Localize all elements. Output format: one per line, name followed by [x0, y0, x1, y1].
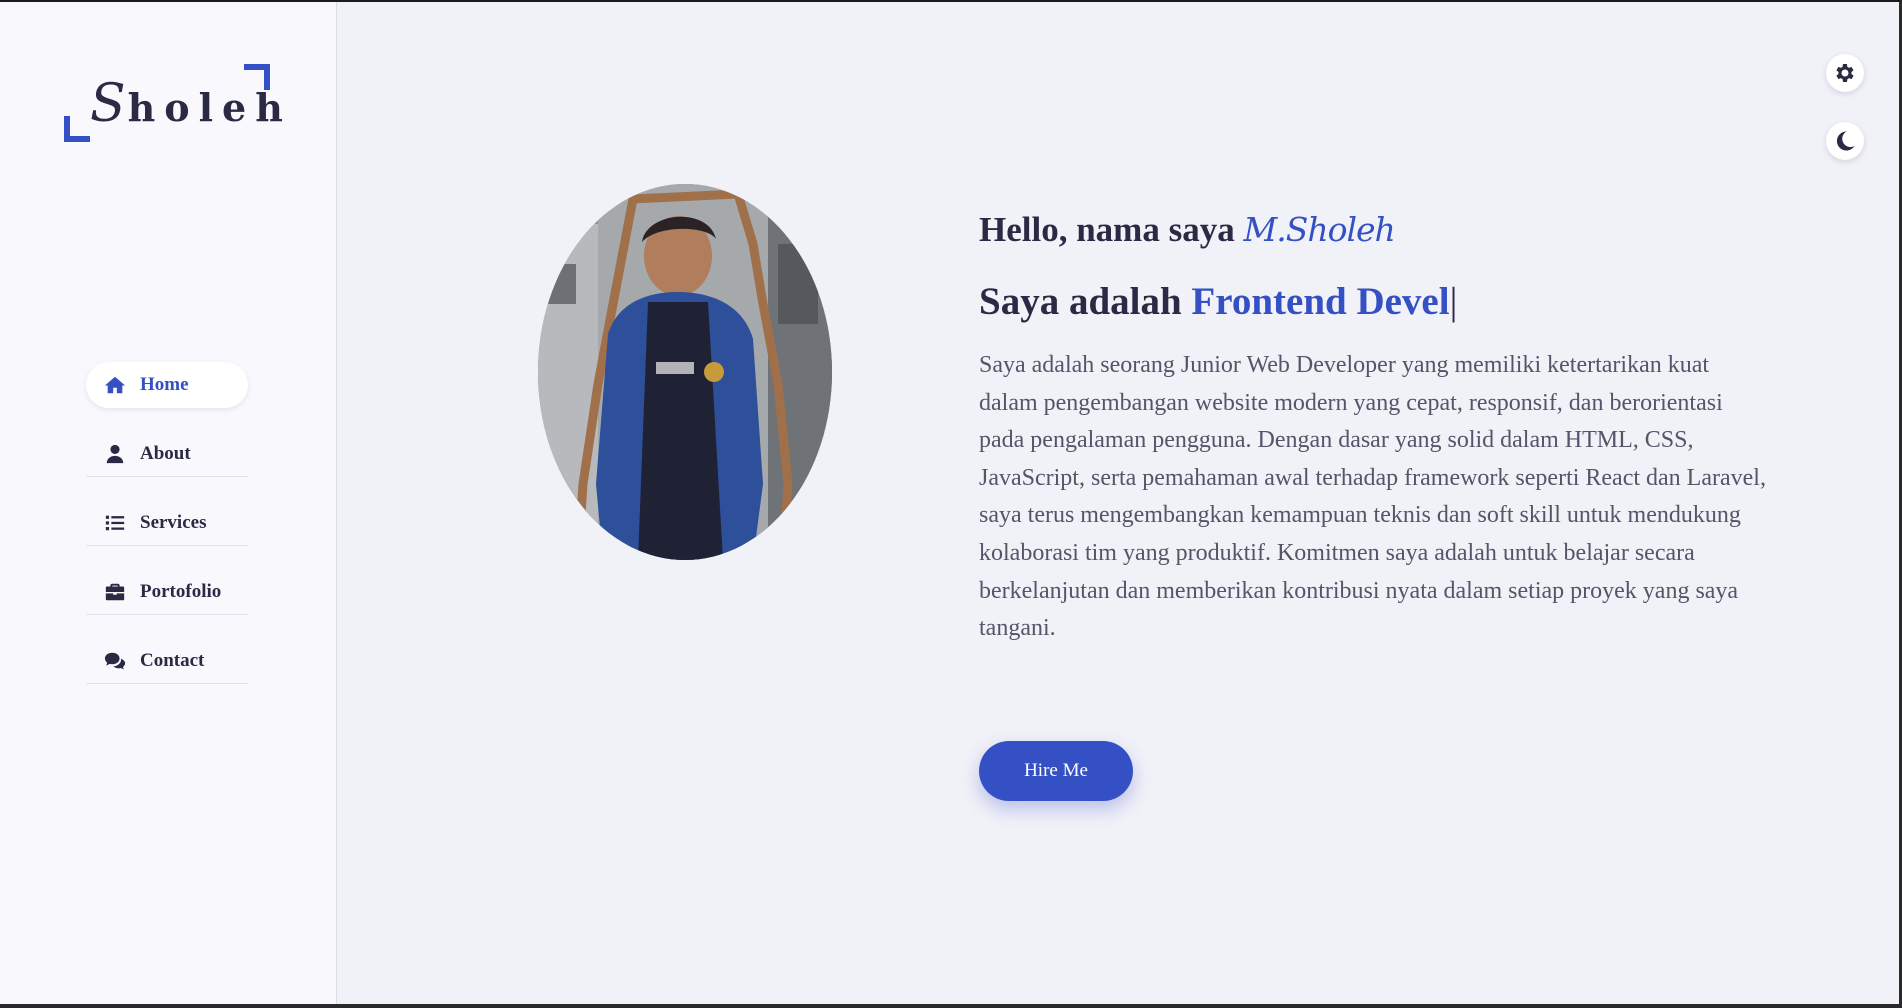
- logo-corner-bottom-left: [64, 116, 90, 142]
- home-icon: [104, 374, 126, 396]
- logo-text: Sholeh: [90, 74, 292, 134]
- nav-label-portofolio: Portofolio: [140, 580, 222, 602]
- logo[interactable]: Sholeh: [64, 64, 283, 144]
- gear-icon: [1833, 61, 1857, 85]
- role-prefix: Saya adalah: [979, 280, 1192, 323]
- hire-me-button[interactable]: Hire Me: [979, 741, 1133, 801]
- role-heading: Saya adalah Frontend Devel|: [979, 277, 1769, 327]
- theme-toggle-button[interactable]: [1826, 122, 1864, 160]
- user-icon: [104, 443, 126, 465]
- sidebar-nav: Home About Services Portofolio Contact: [86, 362, 248, 707]
- sidebar: Sholeh Home About Services Portofolio Co…: [0, 2, 337, 1004]
- nav-item-services[interactable]: Services: [86, 500, 248, 546]
- list-icon: [104, 512, 126, 534]
- logo-rest: holeh: [127, 85, 292, 130]
- nav-item-portofolio[interactable]: Portofolio: [86, 569, 248, 615]
- briefcase-icon: [104, 581, 126, 603]
- nav-item-about[interactable]: About: [86, 431, 248, 477]
- nav-label-contact: Contact: [140, 649, 205, 671]
- logo-first-letter: S: [90, 74, 128, 134]
- typing-cursor: |: [1449, 280, 1458, 323]
- nav-label-about: About: [140, 442, 191, 464]
- greeting-heading: Hello, nama saya M.Sholeh: [979, 205, 1769, 255]
- comments-icon: [104, 650, 126, 672]
- settings-button[interactable]: [1826, 54, 1864, 92]
- nav-item-home[interactable]: Home: [86, 362, 248, 408]
- greeting-prefix: Hello, nama saya: [979, 210, 1244, 249]
- hero-section: Hello, nama saya M.Sholeh Saya adalah Fr…: [979, 205, 1769, 648]
- profile-photo: [538, 184, 832, 560]
- nav-item-contact[interactable]: Contact: [86, 638, 248, 684]
- nav-label-home: Home: [140, 374, 189, 395]
- moon-icon: [1833, 129, 1857, 153]
- nav-label-services: Services: [140, 511, 207, 533]
- greeting-name: M.Sholeh: [1243, 210, 1395, 249]
- role-typed-text: Frontend Devel: [1191, 280, 1450, 323]
- hero-description: Saya adalah seorang Junior Web Developer…: [979, 352, 1766, 642]
